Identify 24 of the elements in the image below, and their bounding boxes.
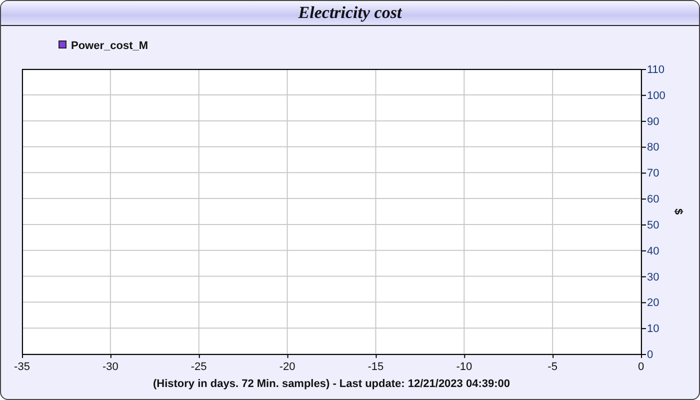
window-title: Electricity cost xyxy=(298,3,402,23)
x-tick-label: -10 xyxy=(456,361,472,373)
legend-label: Power_cost_M xyxy=(71,40,148,52)
y-axis-label: $ xyxy=(672,208,684,215)
y-tick-label: 20 xyxy=(647,297,660,310)
y-tick-label: 50 xyxy=(647,219,660,232)
y-tick-label: 90 xyxy=(647,116,660,128)
y-tick-label: 40 xyxy=(647,245,660,258)
x-tick-label: -15 xyxy=(368,361,384,373)
x-tick-label: -25 xyxy=(190,361,207,373)
y-tick-label: 110 xyxy=(647,64,665,76)
x-tick-label: -20 xyxy=(279,361,296,373)
x-tick-label: 0 xyxy=(638,361,644,373)
x-tick-label: -5 xyxy=(548,361,558,373)
y-tick-label: 0 xyxy=(647,349,654,361)
y-tick-label: 80 xyxy=(647,142,660,154)
y-tick-label: 30 xyxy=(647,271,660,284)
y-tick-label: 100 xyxy=(647,90,666,102)
y-tick-label: 10 xyxy=(647,323,660,336)
x-axis-label: (History in days. 72 Min. samples) - Last update: 12/21/2023 04:39:00 xyxy=(152,378,510,390)
x-tick-label: -35 xyxy=(14,361,30,373)
x-tick-label: -30 xyxy=(102,361,118,373)
y-tick-label: 70 xyxy=(647,168,660,180)
y-tick-label: 60 xyxy=(647,194,660,206)
